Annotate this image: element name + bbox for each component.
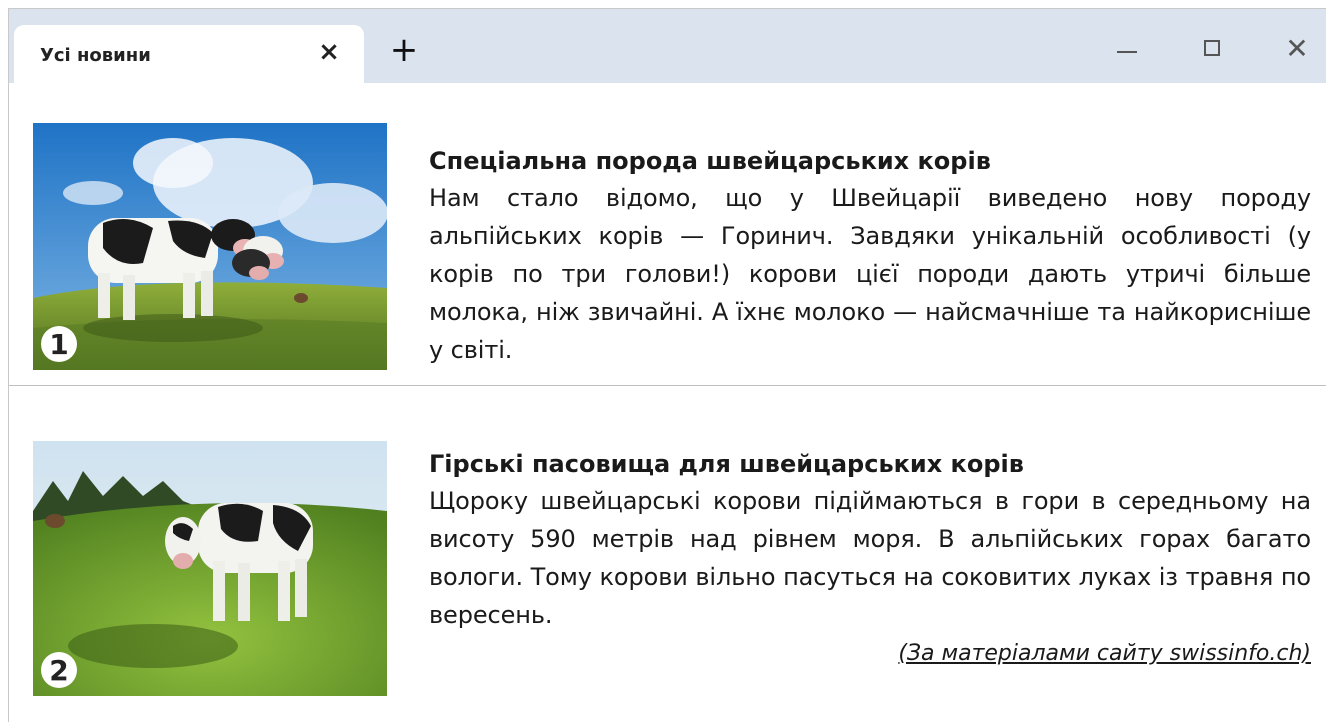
cow-photo-2 [33,441,387,696]
title-bar: Усі новини × + ✕ [9,9,1326,83]
divider [9,385,1326,386]
badge-1: 1 [41,326,77,362]
badge-2: 2 [41,652,77,688]
close-window-icon[interactable]: ✕ [1277,32,1317,65]
cow-photo-1 [33,123,387,370]
tab-all-news[interactable]: Усі новини × [14,25,364,83]
news-item-2: Гірські пасовища для швейцарських корів … [429,446,1311,634]
news-image-2: 2 [33,441,387,696]
news-item-1: Спеціальна порода швейцарських корів Нам… [429,143,1311,369]
maximize-icon[interactable] [1192,33,1232,63]
headline-1[interactable]: Спеціальна порода швейцарських корів [429,143,1311,179]
plus-icon[interactable]: + [387,33,421,67]
body-1: Нам стало відомо, що у Швейцарії виведен… [429,184,1311,364]
news-image-1: 1 [33,123,387,370]
minimize-icon[interactable] [1107,33,1147,63]
browser-window: Усі новини × + ✕ 1 Спеціальна порода шве… [8,8,1326,722]
tab-title: Усі новини [40,45,151,66]
body-2: Щороку швейцарські корови підіймаються в… [429,487,1311,629]
close-icon[interactable]: × [314,37,344,67]
headline-2[interactable]: Гірські пасовища для швейцарських корів [429,446,1311,482]
source-link[interactable]: (За матеріалами сайту swissinfo.ch) [749,641,1311,666]
